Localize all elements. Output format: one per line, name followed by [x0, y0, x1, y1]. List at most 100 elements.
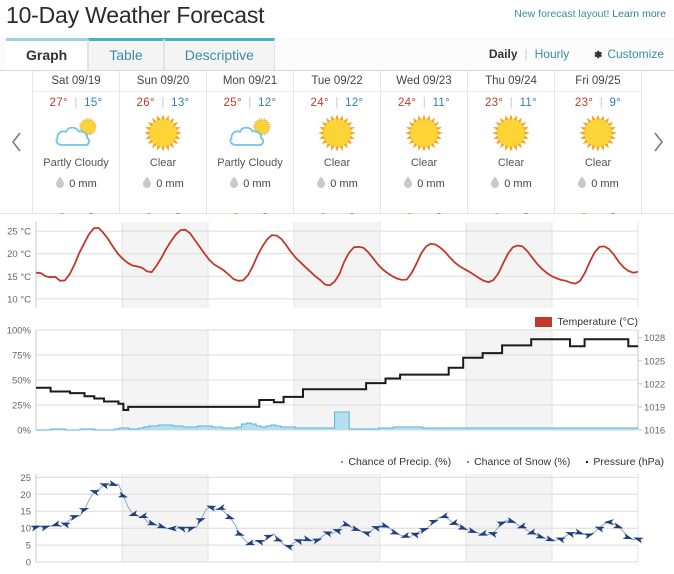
day-name: Fri 09/25 [555, 75, 641, 92]
raindrop-icon [490, 176, 500, 191]
day-column[interactable]: Thu 09/24 23° | 11° Clear 0 mm [467, 71, 554, 217]
chevron-left-icon[interactable] [0, 71, 32, 213]
raindrop-icon [316, 176, 326, 191]
day-condition: Clear [584, 157, 612, 169]
svg-text:0: 0 [26, 558, 31, 569]
day-precip: 0 mm [490, 176, 532, 191]
day-condition: Clear [149, 157, 177, 169]
svg-text:1022: 1022 [644, 379, 665, 390]
svg-text:100%: 100% [7, 326, 32, 337]
temp-divider: | [74, 97, 78, 109]
day-high: 25° [223, 97, 242, 109]
day-low: 13° [171, 97, 190, 109]
sun-icon [404, 111, 444, 155]
day-temperatures: 26° | 13° [137, 97, 190, 109]
day-name: Wed 09/23 [381, 75, 467, 92]
day-name: Sat 09/19 [33, 75, 119, 92]
sun-icon [491, 111, 531, 155]
day-condition: Clear [497, 157, 525, 169]
svg-text:50%: 50% [12, 376, 32, 387]
daily-toggle[interactable]: Daily [482, 47, 525, 61]
customize-button[interactable]: Customize [576, 47, 666, 61]
svg-text:10: 10 [20, 524, 31, 535]
temp-divider: | [422, 97, 427, 109]
learn-more-link[interactable]: Learn more [612, 8, 666, 20]
day-precip: 0 mm [403, 176, 445, 191]
day-column[interactable]: Wed 09/23 24° | 11° Clear 0 mm [380, 71, 467, 217]
wind-chart[interactable]: 25 20 15 10 5 0 [0, 464, 674, 574]
day-low: 15° [84, 97, 103, 109]
day-high: 23° [574, 97, 594, 109]
promo-text: New forecast layout! [514, 8, 610, 20]
day-precip-value: 0 mm [330, 177, 358, 190]
page-title: 10-Day Weather Forecast [6, 2, 265, 28]
svg-text:1016: 1016 [644, 426, 665, 437]
day-name: Tue 09/22 [294, 75, 380, 92]
day-column[interactable]: Mon 09/21 25° | 12° Partly Cloudy 0 mm [206, 71, 293, 217]
day-low: 12° [345, 97, 364, 109]
hourly-toggle[interactable]: Hourly [528, 47, 577, 61]
tab-graph[interactable]: Graph [6, 38, 89, 70]
day-column[interactable]: Sun 09/20 26° | 13° Clear 0 mm [119, 71, 206, 217]
sun-icon [578, 111, 618, 155]
day-precip: 0 mm [229, 176, 271, 191]
day-temperatures: 25° | 12° [224, 97, 277, 109]
precip-pressure-chart[interactable]: 100% 75% 50% 25% 0% 1028 1025 1022 1019 1016 Temp… [0, 316, 674, 468]
day-column[interactable]: Sat 09/19 27° | 15° Partly Cloudy 0 mm [32, 71, 119, 217]
svg-text:5: 5 [26, 541, 31, 552]
chevron-right-icon[interactable] [642, 71, 674, 213]
svg-text:20: 20 [20, 490, 31, 501]
day-low: 11° [519, 97, 538, 109]
partly-cloudy-icon [227, 111, 273, 155]
temp-divider: | [509, 97, 514, 109]
day-precip-value: 0 mm [417, 177, 445, 190]
view-controls: Daily | Hourly Customize [482, 38, 666, 70]
day-precip: 0 mm [142, 176, 184, 191]
tab-descriptive[interactable]: Descriptive [163, 38, 275, 70]
svg-text:15 °C: 15 °C [7, 272, 31, 283]
day-temperatures: 23° | 11° [485, 97, 537, 109]
legend-swatch [341, 461, 344, 463]
raindrop-icon [55, 176, 65, 191]
day-condition: Clear [410, 157, 438, 169]
day-name: Sun 09/20 [120, 75, 206, 92]
gear-icon [592, 49, 603, 60]
day-columns: Sat 09/19 27° | 15° Partly Cloudy 0 mm S… [32, 71, 642, 217]
day-precip: 0 mm [577, 176, 619, 191]
day-name: Mon 09/21 [207, 75, 293, 92]
day-low: 12° [258, 97, 277, 109]
day-precip: 0 mm [55, 176, 97, 191]
day-precip-value: 0 mm [69, 177, 97, 190]
day-high: 24° [310, 97, 329, 109]
day-precip-value: 0 mm [504, 177, 532, 190]
day-name: Thu 09/24 [468, 75, 554, 92]
day-temperatures: 27° | 15° [50, 97, 103, 109]
svg-text:25 °C: 25 °C [7, 227, 31, 238]
legend-label-temperature: Temperature (°C) [557, 316, 638, 328]
sun-icon [143, 111, 183, 155]
partly-cloudy-icon [53, 111, 99, 155]
weather-forecast-page: 10-Day Weather Forecast New forecast lay… [0, 0, 674, 574]
temperature-chart[interactable]: 25 °C 20 °C 15 °C 10 °C [0, 214, 674, 322]
legend-swatch-temperature [535, 317, 553, 327]
svg-text:20 °C: 20 °C [7, 249, 31, 260]
raindrop-icon [229, 176, 239, 191]
day-column[interactable]: Tue 09/22 24° | 12° Clear 0 mm [293, 71, 380, 217]
svg-text:1025: 1025 [644, 356, 665, 367]
day-temperatures: 24° | 12° [311, 97, 364, 109]
day-high: 23° [484, 97, 504, 109]
tab-table[interactable]: Table [88, 38, 164, 70]
day-condition: Partly Cloudy [217, 157, 283, 169]
legend-temperature: Temperature (°C) [535, 316, 638, 328]
raindrop-icon [142, 176, 152, 191]
svg-text:25: 25 [20, 473, 31, 484]
day-column[interactable]: Fri 09/25 23° | 9° Clear 0 mm [554, 71, 642, 217]
raindrop-icon [577, 176, 587, 191]
customize-label: Customize [607, 47, 664, 61]
temp-divider: | [599, 97, 603, 109]
temp-divider: | [161, 97, 165, 109]
day-high: 26° [136, 97, 155, 109]
raindrop-icon [403, 176, 413, 191]
day-precip-value: 0 mm [156, 177, 184, 190]
svg-text:0%: 0% [17, 426, 31, 437]
